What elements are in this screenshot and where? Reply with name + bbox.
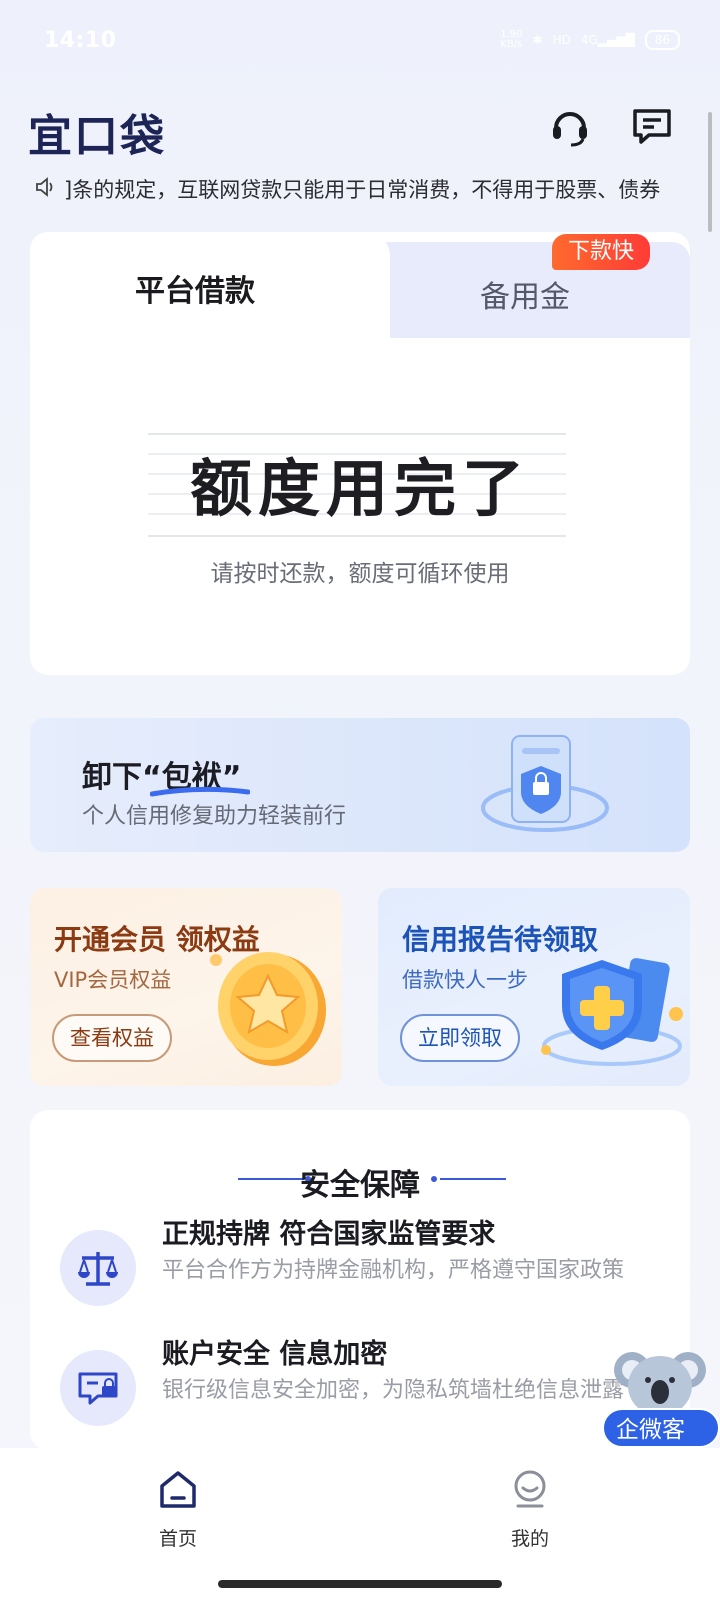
status-time: 14:10: [44, 28, 117, 53]
loan-card: 平台借款 备用金 额度用完了 请按时还款，额度可循环使用: [30, 232, 690, 675]
profile-icon: [508, 1468, 552, 1512]
speaker-icon: [34, 176, 64, 202]
security-item-subtitle: 银行级信息安全加密，为隐私筑墙杜绝信息泄露: [162, 1378, 625, 1403]
nav-profile[interactable]: 我的: [470, 1468, 590, 1551]
quota-status-subtitle: 请按时还款，额度可循环使用: [210, 561, 510, 587]
status-indicators: 1.90 KB/s ✱ HD 4G▂▄▆█ 86: [500, 30, 680, 50]
shield-plus-icon: [541, 958, 683, 1066]
security-item-title: 账户安全 信息加密: [162, 1339, 388, 1370]
headset-icon[interactable]: [548, 104, 592, 148]
scale-icon: [60, 1230, 136, 1306]
title-decoration-right: [431, 1176, 506, 1182]
quota-status-title: 额度用完了: [189, 452, 530, 525]
message-icon[interactable]: [630, 104, 674, 148]
wecom-service-button[interactable]: 企微客服: [602, 1408, 720, 1483]
credit-repair-banner[interactable]: 卸下“包袱” 个人信用修复助力轻装前行: [30, 718, 690, 852]
home-icon: [156, 1468, 200, 1512]
hd-icon: HD: [552, 33, 571, 47]
battery-icon: 86: [644, 30, 680, 50]
nav-home[interactable]: 首页: [118, 1468, 238, 1551]
star-coin-icon: [210, 952, 326, 1066]
bottom-navigation: 首页 我的: [0, 1448, 720, 1600]
claim-now-button[interactable]: 立即领取: [400, 1014, 520, 1062]
vip-membership-card[interactable]: 开通会员 领权益 VIP会员权益 查看权益: [30, 888, 342, 1086]
notice-text: ]条的规定，互联网贷款只能用于日常消费，不得用于股票、债券: [64, 178, 661, 202]
security-item-subtitle: 平台合作方为持牌金融机构，严格遵守国家政策: [162, 1258, 625, 1283]
fast-payout-badge: 下款快: [552, 234, 651, 270]
signal-icon: 4G▂▄▆█: [580, 33, 635, 47]
security-title: 安全保障: [300, 1168, 420, 1203]
underline-decoration: [150, 786, 250, 797]
view-benefits-button[interactable]: 查看权益: [52, 1014, 172, 1062]
scrollbar-thumb[interactable]: [708, 112, 712, 232]
notice-marquee[interactable]: ]条的规定，互联网贷款只能用于日常消费，不得用于股票、债券: [34, 172, 684, 206]
net-speed: 1.90 KB/s: [500, 29, 523, 50]
status-bar: 14:10 1.90 KB/s ✱ HD 4G▂▄▆█ 86: [0, 0, 720, 84]
secure-card-icon: [60, 1350, 136, 1426]
bluetooth-icon: ✱: [532, 33, 543, 47]
shield-phone-icon: [481, 735, 609, 832]
nav-profile-label: 我的: [510, 1528, 549, 1550]
security-section: 安全保障 正规持牌 符合国家监管要求 平台合作方为持牌金融机构，严格遵守国家政策…: [30, 1110, 690, 1450]
vip-card-subtitle: VIP会员权益: [54, 968, 172, 992]
tab-platform-loan[interactable]: 平台借款: [30, 266, 360, 310]
home-indicator: [218, 1580, 502, 1588]
app-logo: 宜口袋: [28, 111, 166, 162]
credit-banner-subtitle: 个人信用修复助力轻装前行: [82, 804, 347, 829]
credit-report-card[interactable]: 信用报告待领取 借款快人一步 立即领取: [378, 888, 690, 1086]
nav-home-label: 首页: [158, 1528, 197, 1550]
tab-reserve-fund[interactable]: 备用金: [360, 272, 690, 316]
security-item-title: 正规持牌 符合国家监管要求: [162, 1219, 496, 1250]
report-card-subtitle: 借款快人一步: [402, 968, 528, 992]
